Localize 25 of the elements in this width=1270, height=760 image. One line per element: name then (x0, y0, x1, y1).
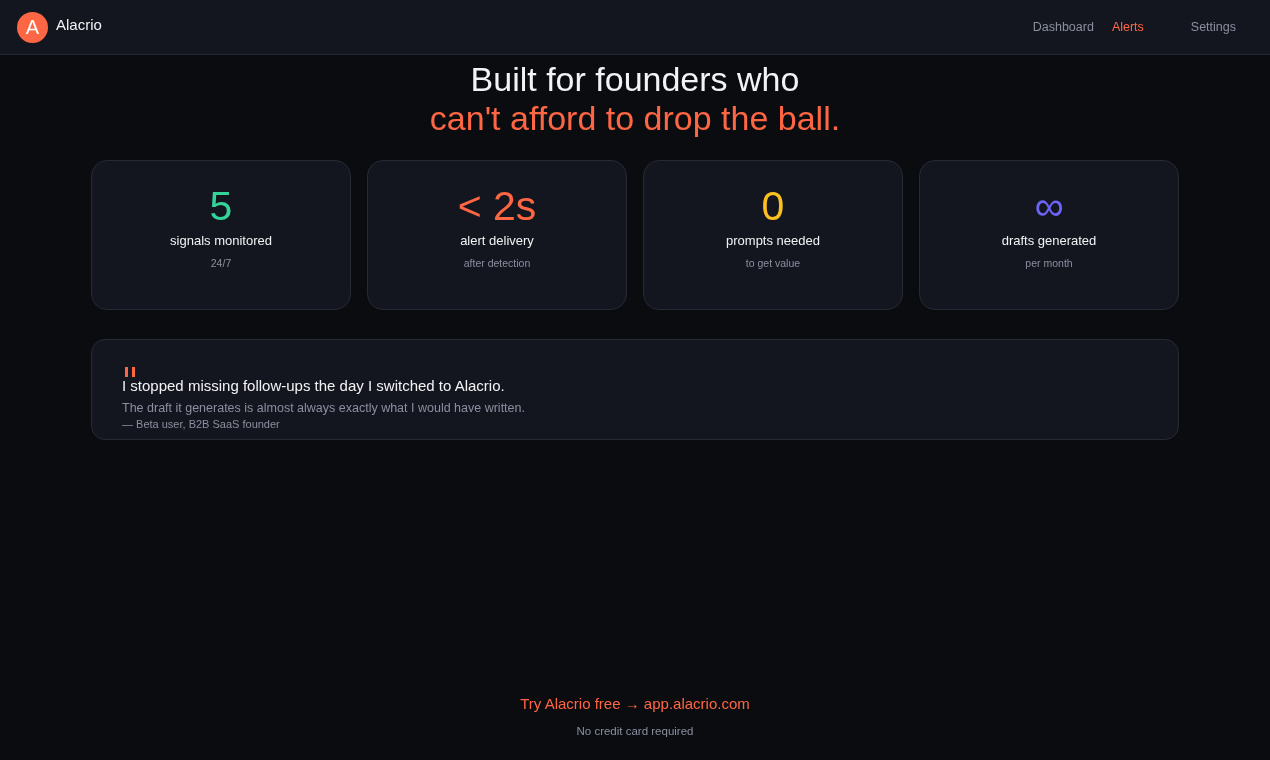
stat-value: 0 (761, 183, 785, 229)
stat-value: < 2s (457, 183, 537, 229)
testimonial-detail: The draft it generates is almost always exactly what I would have written. (122, 400, 525, 416)
stat-note: after detection (463, 256, 531, 270)
nav-link[interactable]: Settings (1190, 19, 1236, 35)
logo-mark: A (17, 12, 48, 43)
brand-name: Alacrio (56, 15, 102, 34)
stat-label: prompts needed (726, 233, 820, 249)
stat-value: 5 (209, 183, 233, 229)
cta-link[interactable]: Try Alacrio free → app.alacrio.com (520, 694, 750, 714)
stat-note: 24/7 (210, 256, 232, 270)
stat-note: per month (1025, 256, 1073, 270)
nav-link[interactable]: Alerts (1111, 19, 1144, 35)
cta-note: No credit card required (576, 724, 694, 738)
stat-label: signals monitored (170, 233, 272, 249)
stat-label: alert delivery (460, 233, 534, 249)
quote-icon (125, 367, 136, 377)
nav-link[interactable]: Dashboard (1032, 19, 1094, 35)
testimonial-quote: I stopped missing follow-ups the day I switched to Alacrio. (122, 377, 505, 395)
stat-value: ∞ (1034, 183, 1064, 229)
stat-label: drafts generated (1001, 233, 1097, 249)
headline-line: can't afford to drop the ball. (429, 99, 841, 138)
headline-line: Built for founders who (470, 60, 800, 99)
stat-note: to get value (745, 256, 801, 270)
testimonial-attribution: — Beta user, B2B SaaS founder (122, 417, 280, 431)
